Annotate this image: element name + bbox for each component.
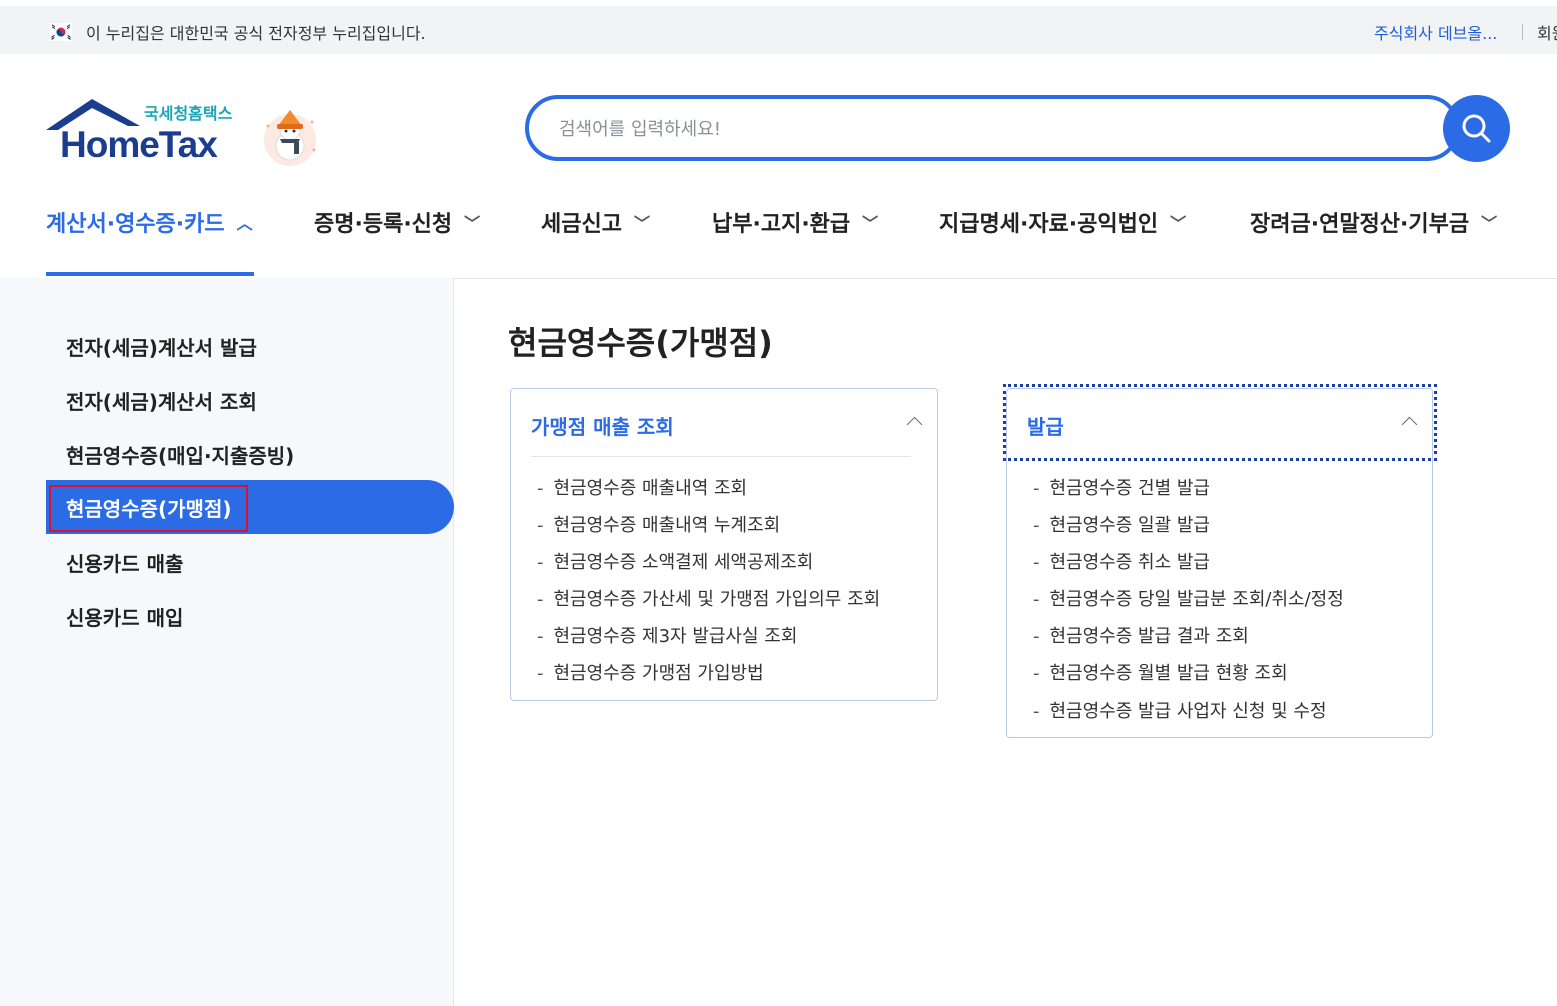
list-item[interactable]: - 현금영수증 가산세 및 가맹점 가입의무 조회 [537, 585, 880, 611]
chevron-down-icon: ﹀ [1481, 214, 1498, 233]
link-label: 현금영수증 가산세 및 가맹점 가입의무 조회 [553, 589, 881, 610]
hometax-logo[interactable]: 국세청홈택스 HomeTax [44, 96, 249, 166]
list-item[interactable]: - 현금영수증 일괄 발급 [1033, 511, 1210, 537]
merchant-sales-card: 가맹점 매출 조회 - 현금영수증 매출내역 조회 - 현금영수증 매출내역 누계조… [510, 388, 938, 701]
sidebar-item-credit-card-purchase[interactable]: 신용카드 매입 [66, 602, 183, 631]
list-item[interactable]: - 현금영수증 제3자 발급사실 조회 [537, 622, 797, 648]
gnb-label: 납부·고지·환급 [712, 212, 851, 237]
gnb-label: 계산서·영수증·카드 [46, 212, 225, 237]
search-button[interactable] [1443, 95, 1510, 162]
dash-icon: - [1033, 626, 1040, 647]
korea-flag-icon [50, 23, 72, 41]
logo-title: HomeTax [60, 124, 218, 165]
list-item[interactable]: - 현금영수증 당일 발급분 조회/취소/정정 [1033, 585, 1344, 611]
sidebar-item-cash-receipt-purchase[interactable]: 현금영수증(매입·지출증빙) [66, 440, 294, 469]
gnb-incentive-yearend[interactable]: 장려금·연말정산·기부금 ﹀ [1250, 206, 1497, 238]
dash-icon: - [537, 589, 544, 610]
sidebar-item-e-invoice-inquiry[interactable]: 전자(세금)계산서 조회 [66, 386, 257, 415]
dash-icon: - [537, 663, 544, 684]
focus-outline [1003, 384, 1437, 461]
company-name-link[interactable]: 주식회사 데브올... [1374, 20, 1497, 44]
divider [1522, 24, 1523, 40]
list-item[interactable]: - 현금영수증 소액결제 세액공제조회 [537, 548, 813, 574]
dash-icon: - [537, 478, 544, 499]
chevron-down-icon: ﹀ [464, 214, 481, 233]
divider [531, 456, 911, 457]
gnb-label: 장려금·연말정산·기부금 [1250, 212, 1470, 237]
dash-icon: - [537, 515, 544, 536]
gnb-invoice-receipt-card[interactable]: 계산서·영수증·카드 ︿ [46, 206, 253, 238]
search-icon [1462, 114, 1491, 143]
dash-icon: - [1033, 515, 1040, 536]
gnb-label: 증명·등록·신청 [314, 212, 453, 237]
list-item[interactable]: - 현금영수증 매출내역 조회 [537, 474, 747, 500]
link-label: 현금영수증 제3자 발급사실 조회 [553, 626, 798, 647]
link-label: 현금영수증 일괄 발급 [1049, 515, 1210, 536]
chevron-up-icon: ︿ [236, 214, 253, 233]
list-item[interactable]: - 현금영수증 건별 발급 [1033, 474, 1210, 500]
gnb-label: 세금신고 [541, 212, 622, 237]
member-link[interactable]: 회원 [1537, 20, 1557, 44]
gov-notice: 이 누리집은 대한민국 공식 전자정부 누리집입니다. [86, 24, 426, 43]
list-item[interactable]: - 현금영수증 매출내역 누계조회 [537, 511, 780, 537]
dash-icon: - [1033, 478, 1040, 499]
page-title: 현금영수증(가맹점) [508, 324, 773, 362]
chevron-down-icon: ﹀ [862, 214, 879, 233]
link-label: 현금영수증 건별 발급 [1049, 478, 1210, 499]
active-tab-indicator [46, 272, 254, 276]
card-title[interactable]: 가맹점 매출 조회 [531, 411, 674, 440]
link-label: 현금영수증 매출내역 누계조회 [553, 515, 781, 536]
link-label: 현금영수증 소액결제 세액공제조회 [553, 552, 814, 573]
dash-icon: - [1033, 589, 1040, 610]
list-item[interactable]: - 현금영수증 취소 발급 [1033, 548, 1210, 574]
link-label: 현금영수증 가맹점 가입방법 [553, 663, 764, 684]
highlight-box [49, 485, 248, 532]
chevron-down-icon: ﹀ [1170, 214, 1187, 233]
sidebar-item-e-invoice-issue[interactable]: 전자(세금)계산서 발급 [66, 332, 257, 361]
list-item[interactable]: - 현금영수증 가맹점 가입방법 [537, 659, 764, 685]
link-label: 현금영수증 발급 사업자 신청 및 수정 [1049, 701, 1327, 722]
link-label: 현금영수증 취소 발급 [1049, 552, 1210, 573]
list-item[interactable]: - 현금영수증 발급 사업자 신청 및 수정 [1033, 697, 1327, 723]
link-label: 현금영수증 매출내역 조회 [553, 478, 748, 499]
dash-icon: - [537, 552, 544, 573]
chevron-up-icon[interactable] [906, 416, 923, 433]
snowman-mascot-icon [264, 110, 316, 166]
gnb-certificate-register[interactable]: 증명·등록·신청 ﹀ [314, 206, 480, 238]
gnb-label: 지급명세·자료·공익법인 [939, 212, 1159, 237]
search-box [525, 95, 1460, 161]
list-item[interactable]: - 현금영수증 월별 발급 현황 조회 [1033, 659, 1288, 685]
global-nav: 계산서·영수증·카드 ︿ 증명·등록·신청 ﹀ 세금신고 ﹀ 납부·고지·환급 ﹀ 지급… [0, 196, 1557, 279]
dash-icon: - [1033, 663, 1040, 684]
link-label: 현금영수증 당일 발급분 조회/취소/정정 [1049, 589, 1344, 610]
sidebar-item-credit-card-sales[interactable]: 신용카드 매출 [66, 548, 183, 577]
chevron-down-icon: ﹀ [633, 214, 650, 233]
search-input[interactable] [557, 113, 1421, 145]
dash-icon: - [1033, 701, 1040, 722]
logo-subtitle: 국세청홈택스 [144, 104, 233, 123]
gnb-payment-statement[interactable]: 지급명세·자료·공익법인 ﹀ [939, 206, 1186, 238]
dash-icon: - [1033, 552, 1040, 573]
dash-icon: - [537, 626, 544, 647]
list-item[interactable]: - 현금영수증 발급 결과 조회 [1033, 622, 1249, 648]
gnb-tax-return[interactable]: 세금신고 ﹀ [541, 206, 650, 238]
link-label: 현금영수증 발급 결과 조회 [1049, 626, 1249, 647]
gov-banner: 이 누리집은 대한민국 공식 전자정부 누리집입니다. 주식회사 데브올... … [0, 0, 1557, 54]
gnb-payment-refund[interactable]: 납부·고지·환급 ﹀ [712, 206, 878, 238]
link-label: 현금영수증 월별 발급 현황 조회 [1049, 663, 1288, 684]
